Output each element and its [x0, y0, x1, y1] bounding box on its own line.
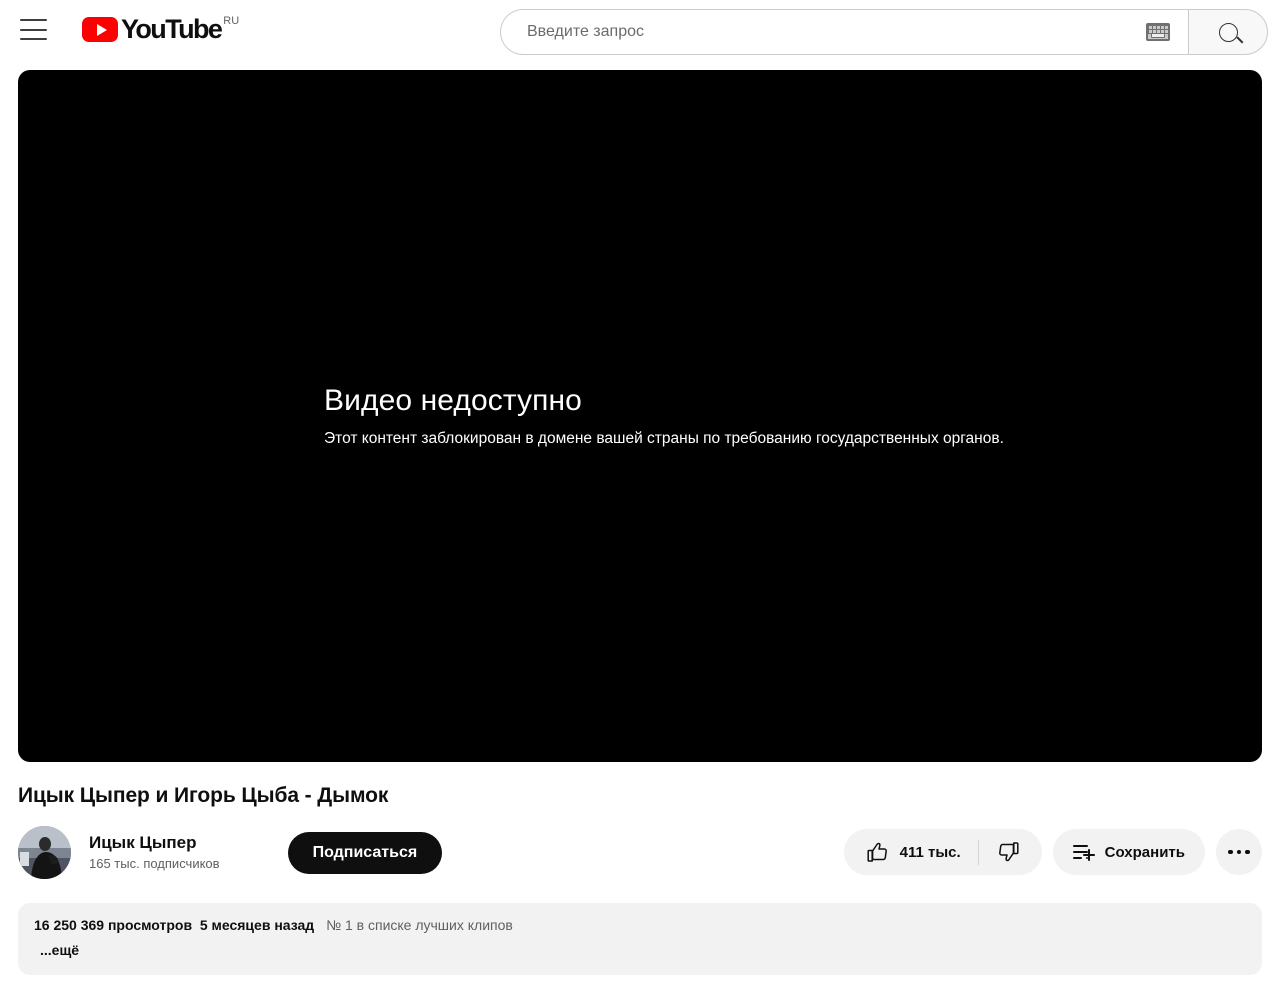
more-dot — [1228, 849, 1233, 855]
owner-meta: Ицык Цыпер 165 тыс. подписчиков — [89, 832, 220, 873]
video-title: Ицык Цыпер и Игорь Цыба - Дымок — [18, 784, 389, 807]
more-dot — [1245, 849, 1250, 855]
hamburger-menu-icon[interactable] — [20, 19, 47, 40]
hamburger-line — [20, 38, 47, 40]
player-error-title: Видео недоступно — [324, 384, 582, 417]
action-buttons: 411 тыс. Сохранить — [843, 829, 1262, 875]
channel-avatar[interactable] — [18, 826, 71, 879]
video-player[interactable]: Видео недоступно Этот контент заблокиров… — [18, 70, 1262, 762]
publish-date: 5 месяцев назад — [199, 917, 315, 933]
hamburger-line — [20, 28, 47, 31]
more-options-button[interactable] — [1216, 829, 1262, 875]
search-input[interactable] — [525, 22, 1146, 42]
search-button[interactable] — [1188, 9, 1268, 55]
playlist-add-icon — [1072, 841, 1095, 863]
thumbs-up-icon — [867, 842, 887, 862]
playlist-line — [1072, 845, 1088, 847]
player-error-subtitle: Этот контент заблокирован в домене вашей… — [324, 430, 1004, 447]
search-group — [500, 9, 1268, 55]
player-error-message: Видео недоступно Этот контент заблокиров… — [324, 382, 1004, 450]
save-label: Сохранить — [1104, 843, 1185, 861]
hamburger-line — [20, 19, 47, 21]
youtube-play-icon — [82, 17, 118, 42]
subscribe-button[interactable]: Подписаться — [287, 831, 443, 874]
youtube-wordmark: YouTube — [121, 14, 223, 44]
search-icon — [1218, 22, 1238, 42]
search-box[interactable] — [500, 9, 1188, 55]
owner-row: Ицык Цыпер 165 тыс. подписчиков Подписат… — [18, 826, 443, 879]
play-triangle — [96, 23, 107, 36]
channel-name[interactable]: Ицык Цыпер — [89, 832, 220, 854]
keyboard-icon[interactable] — [1146, 23, 1170, 41]
playlist-line — [1072, 857, 1082, 859]
masthead: YouTube RU — [0, 0, 1280, 65]
description-meta: 16 250 369 просмотров 5 месяцев назад № … — [34, 915, 1246, 936]
plus-sign — [1082, 849, 1095, 861]
like-button[interactable]: 411 тыс. — [844, 829, 978, 875]
more-dot — [1236, 849, 1242, 855]
view-count: 16 250 369 просмотров — [34, 917, 193, 933]
chart-badge: № 1 в списке лучших клипов — [326, 917, 513, 933]
show-more-button[interactable]: ...ещё — [40, 940, 1246, 961]
country-code-label: RU — [223, 15, 240, 27]
subscriber-count: 165 тыс. подписчиков — [89, 856, 220, 871]
like-dislike-group: 411 тыс. — [843, 829, 1042, 875]
like-count: 411 тыс. — [899, 843, 961, 861]
save-button[interactable]: Сохранить — [1052, 829, 1205, 875]
avatar-image — [18, 826, 71, 879]
dislike-button[interactable] — [979, 829, 1042, 875]
youtube-logo[interactable]: YouTube RU — [82, 14, 239, 44]
thumbs-down-icon — [998, 842, 1019, 862]
description-box[interactable]: 16 250 369 просмотров 5 месяцев назад № … — [18, 903, 1262, 975]
